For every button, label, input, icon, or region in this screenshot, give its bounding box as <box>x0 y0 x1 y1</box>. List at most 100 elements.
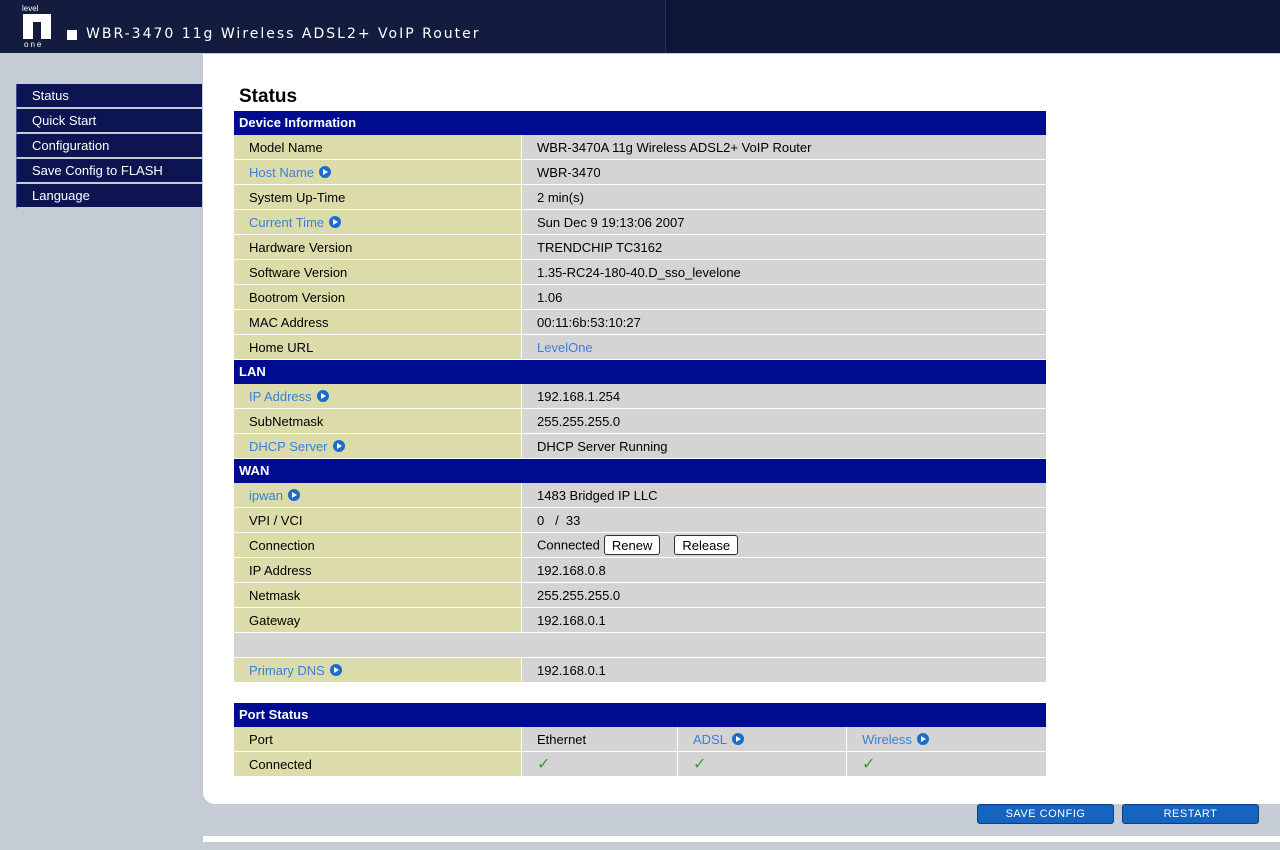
row-value: TRENDCHIP TC3162 <box>522 235 1046 260</box>
lan-ip-link[interactable]: IP Address <box>249 389 312 404</box>
app-title: WBR-3470 11g Wireless ADSL2+ VoIP Router <box>86 26 481 42</box>
adsl-check-cell: ✓ <box>678 752 847 777</box>
ipwan-link-cell: ipwan <box>234 483 522 508</box>
sidebar-item-configuration[interactable]: Configuration <box>16 134 202 159</box>
sidebar-item-quick-start[interactable]: Quick Start <box>16 109 202 134</box>
port-adsl-link[interactable]: ADSL <box>693 732 727 747</box>
dhcp-server-link[interactable]: DHCP Server <box>249 439 328 454</box>
row-label: Home URL <box>234 335 522 360</box>
table-row: System Up-Time 2 min(s) <box>234 185 1046 210</box>
port-adsl-cell: ADSL <box>678 727 847 752</box>
port-status-table: Port Status Port Ethernet ADSL Wireless … <box>234 703 1046 777</box>
section-header-device: Device Information <box>234 111 1046 135</box>
row-value: 255.255.255.0 <box>522 409 1046 434</box>
row-label: Gateway <box>234 608 522 633</box>
ethernet-check-cell: ✓ <box>522 752 678 777</box>
table-row: Gateway 192.168.0.1 <box>234 608 1046 633</box>
connection-cell: Connected Renew Release <box>522 533 1046 558</box>
check-icon: ✓ <box>862 756 876 773</box>
arrow-right-icon[interactable] <box>916 732 929 745</box>
arrow-right-icon[interactable] <box>316 389 329 402</box>
table-row-blank <box>234 633 1046 658</box>
table-row: Primary DNS 192.168.0.1 <box>234 658 1046 683</box>
current-time-link[interactable]: Current Time <box>249 215 324 230</box>
ipwan-link[interactable]: ipwan <box>249 488 283 503</box>
row-value: Sun Dec 9 19:13:06 2007 <box>522 210 1046 235</box>
section-header-lan: LAN <box>234 360 1046 384</box>
logo-text-top: level <box>22 4 39 13</box>
row-value: 192.168.0.8 <box>522 558 1046 583</box>
title-bullet-icon <box>67 30 77 40</box>
restart-button[interactable]: RESTART <box>1122 804 1259 824</box>
port-wireless-link[interactable]: Wireless <box>862 732 912 747</box>
row-label: Software Version <box>234 260 522 285</box>
lan-ip-link-cell: IP Address <box>234 384 522 409</box>
table-row: Home URL LevelOne <box>234 335 1046 360</box>
table-row: DHCP Server DHCP Server Running <box>234 434 1046 459</box>
table-row: Connected ✓ ✓ ✓ <box>234 752 1046 777</box>
arrow-right-icon[interactable] <box>329 215 342 228</box>
row-label: IP Address <box>234 558 522 583</box>
table-row: Software Version 1.35-RC24-180-40.D_sso_l… <box>234 260 1046 285</box>
row-value: 255.255.255.0 <box>522 583 1046 608</box>
home-url-link[interactable]: LevelOne <box>537 340 593 355</box>
row-label: Netmask <box>234 583 522 608</box>
table-row: SubNetmask 255.255.255.0 <box>234 409 1046 434</box>
arrow-right-icon[interactable] <box>329 663 342 676</box>
row-value: 00:11:6b:53:10:27 <box>522 310 1046 335</box>
arrow-right-icon[interactable] <box>332 439 345 452</box>
section-header-ports: Port Status <box>234 703 1046 727</box>
port-wireless-cell: Wireless <box>847 727 1046 752</box>
row-value: 1483 Bridged IP LLC <box>522 483 1046 508</box>
row-value: 1.06 <box>522 285 1046 310</box>
section-header-wan: WAN <box>234 459 1046 483</box>
host-name-link-cell: Host Name <box>234 160 522 185</box>
table-row: Model Name WBR-3470A 11g Wireless ADSL2+ … <box>234 135 1046 160</box>
arrow-right-icon[interactable] <box>731 732 744 745</box>
sidebar-item-status[interactable]: Status <box>16 84 202 109</box>
table-row: ipwan 1483 Bridged IP LLC <box>234 483 1046 508</box>
row-value: 1.35-RC24-180-40.D_sso_levelone <box>522 260 1046 285</box>
logo-text-bottom: one <box>24 40 44 49</box>
table-row: Connection Connected Renew Release <box>234 533 1046 558</box>
arrow-right-icon[interactable] <box>287 488 300 501</box>
renew-button[interactable]: Renew <box>603 535 661 555</box>
logo-mark <box>23 14 51 39</box>
check-icon: ✓ <box>693 756 707 773</box>
table-row: MAC Address 00:11:6b:53:10:27 <box>234 310 1046 335</box>
sidebar-nav: Status Quick Start Configuration Save Co… <box>16 84 202 209</box>
port-ethernet: Ethernet <box>522 727 678 752</box>
release-button[interactable]: Release <box>674 535 739 555</box>
row-value: WBR-3470A 11g Wireless ADSL2+ VoIP Route… <box>522 135 1046 160</box>
wireless-check-cell: ✓ <box>847 752 1046 777</box>
table-row: VPI / VCI 0 / 33 <box>234 508 1046 533</box>
row-value: 192.168.0.1 <box>522 658 1046 683</box>
host-name-link[interactable]: Host Name <box>249 165 314 180</box>
table-row: Port Ethernet ADSL Wireless <box>234 727 1046 752</box>
primary-dns-link[interactable]: Primary DNS <box>249 663 325 678</box>
row-label: Bootrom Version <box>234 285 522 310</box>
arrow-right-icon[interactable] <box>319 165 332 178</box>
row-value: WBR-3470 <box>522 160 1046 185</box>
main-content: Status Device Information Model Name WBR-… <box>203 54 1280 804</box>
table-row: Hardware Version TRENDCHIP TC3162 <box>234 235 1046 260</box>
sidebar-item-language[interactable]: Language <box>16 184 202 209</box>
sidebar-item-save-config[interactable]: Save Config to FLASH <box>16 159 202 184</box>
dns-link-cell: Primary DNS <box>234 658 522 683</box>
row-label: Hardware Version <box>234 235 522 260</box>
table-row: IP Address 192.168.1.254 <box>234 384 1046 409</box>
current-time-link-cell: Current Time <box>234 210 522 235</box>
home-url-cell: LevelOne <box>522 335 1046 360</box>
header-bar: level one WBR-3470 11g Wireless ADSL2+ V… <box>0 0 1280 53</box>
table-row: Host Name WBR-3470 <box>234 160 1046 185</box>
row-label: MAC Address <box>234 310 522 335</box>
save-config-button[interactable]: SAVE CONFIG <box>977 804 1114 824</box>
row-label: Connected <box>234 752 522 777</box>
table-row: IP Address 192.168.0.8 <box>234 558 1046 583</box>
row-value: 2 min(s) <box>522 185 1046 210</box>
table-row: Current Time Sun Dec 9 19:13:06 2007 <box>234 210 1046 235</box>
dhcp-link-cell: DHCP Server <box>234 434 522 459</box>
check-icon: ✓ <box>537 756 551 773</box>
row-label: SubNetmask <box>234 409 522 434</box>
levelone-logo: level one <box>20 4 56 49</box>
